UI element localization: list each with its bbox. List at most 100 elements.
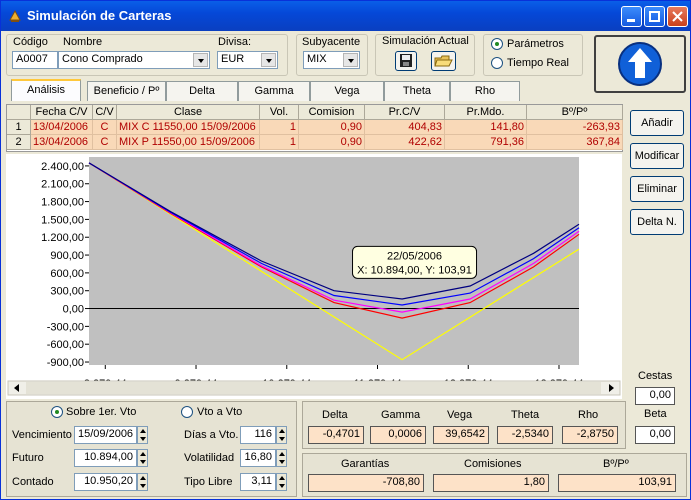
y-tick-label: -900,00 <box>47 357 84 369</box>
chevron-down-icon[interactable] <box>343 53 358 67</box>
nombre-value: Cono Comprado <box>62 53 143 65</box>
table-cell-clase[interactable]: MIX C 11550,00 15/09/2006 <box>117 120 260 135</box>
table-cell-prcv[interactable]: 422,62 <box>365 135 445 150</box>
table-cell-prcv[interactable]: 404,83 <box>365 120 445 135</box>
chevron-down-icon[interactable] <box>193 53 208 67</box>
col-header-cv[interactable]: C/V <box>93 105 117 120</box>
contado-spinner[interactable] <box>137 473 148 491</box>
save-button[interactable] <box>395 51 417 71</box>
y-tick-label: 2.100,00 <box>41 179 84 191</box>
modify-button[interactable]: Modificar <box>630 143 684 169</box>
subyacente-label: Subyacente <box>302 36 361 48</box>
volatilidad-label: Volatilidad <box>184 452 235 464</box>
vencimiento-label: Vencimiento <box>12 429 72 441</box>
table-cell-bp[interactable]: -263,93 <box>527 120 623 135</box>
delete-button[interactable]: Eliminar <box>630 176 684 202</box>
tab-gamma[interactable]: Gamma <box>238 81 310 101</box>
col-header-comision[interactable]: Comision <box>299 105 365 120</box>
tab-analisis[interactable]: Análisis <box>11 79 81 101</box>
bp-label: Bº/Pº <box>603 458 629 470</box>
tab-rho[interactable]: Rho <box>450 81 520 101</box>
codigo-input[interactable]: A0007 <box>12 51 58 69</box>
maximize-icon <box>649 11 660 22</box>
dias-input[interactable]: 116 <box>240 426 276 444</box>
folder-open-icon <box>434 55 453 67</box>
y-tick-label: -600,00 <box>47 339 84 351</box>
close-button[interactable] <box>667 6 688 27</box>
col-header-vol[interactable]: Vol. <box>260 105 299 120</box>
subyacente-select[interactable]: MIX <box>303 51 360 69</box>
contado-input[interactable]: 10.950,20 <box>74 473 137 491</box>
tab-theta[interactable]: Theta <box>384 81 450 101</box>
codigo-label: Código <box>13 36 48 48</box>
maximize-button[interactable] <box>644 6 665 27</box>
add-button[interactable]: Añadir <box>630 110 684 136</box>
dias-spinner[interactable] <box>276 426 287 444</box>
table-cell-comision[interactable]: 0,90 <box>299 135 365 150</box>
minimize-icon <box>627 19 635 22</box>
futuro-label: Futuro <box>12 452 44 464</box>
col-header-prmdo[interactable]: Pr.Mdo. <box>445 105 527 120</box>
vencimiento-input[interactable]: 15/09/2006 <box>74 426 137 444</box>
close-icon <box>672 11 683 22</box>
table-cell-comision[interactable]: 0,90 <box>299 120 365 135</box>
table-cell-prmdo[interactable]: 141,80 <box>445 120 527 135</box>
row-number[interactable]: 1 <box>7 120 31 135</box>
divisa-value: EUR <box>221 53 245 65</box>
sobre-vto-radio[interactable] <box>51 406 63 418</box>
greek-value-vega: 39,6542 <box>433 426 489 444</box>
tab-beneficio[interactable]: Beneficio / Pº <box>87 81 166 101</box>
table-cell-cv[interactable]: C <box>93 120 117 135</box>
table-cell-vol[interactable]: 1 <box>260 135 299 150</box>
table-cell-cv[interactable]: C <box>93 135 117 150</box>
tiempo-real-radio[interactable] <box>491 57 503 69</box>
open-button[interactable] <box>431 51 456 71</box>
row-number[interactable]: 2 <box>7 135 31 150</box>
tipo-libre-spinner[interactable] <box>276 473 287 491</box>
sobre-vto-label: Sobre 1er. Vto <box>66 406 137 418</box>
beta-label: Beta <box>644 408 667 420</box>
parametros-radio[interactable] <box>491 38 503 50</box>
delta-n-button[interactable]: Delta N. <box>630 209 684 235</box>
col-header-fecha[interactable]: Fecha C/V <box>31 105 93 120</box>
corner-cell <box>7 105 31 120</box>
nombre-select[interactable]: Cono Comprado <box>58 51 210 69</box>
vencimiento-spinner[interactable] <box>137 426 148 444</box>
nombre-label: Nombre <box>63 36 103 48</box>
trades-table: Fecha C/V C/V Clase Vol. Comision Pr.C/V… <box>6 104 623 152</box>
garantias-label: Garantías <box>341 458 390 470</box>
col-header-bp[interactable]: Bº/Pº <box>527 105 623 120</box>
tab-vega[interactable]: Vega <box>310 81 384 101</box>
y-tick-label: 2.400,00 <box>41 161 84 173</box>
greek-value-delta: -0,4701 <box>308 426 364 444</box>
vto-a-vto-label: Vto a Vto <box>197 406 243 418</box>
volatilidad-input[interactable]: 16,80 <box>240 449 276 467</box>
divisa-select[interactable]: EUR <box>217 51 278 69</box>
futuro-spinner[interactable] <box>137 449 148 467</box>
tab-delta[interactable]: Delta <box>166 81 238 101</box>
scroll-thumb[interactable] <box>26 382 601 394</box>
upload-button[interactable] <box>594 35 686 93</box>
table-cell-vol[interactable]: 1 <box>260 120 299 135</box>
chart-tooltip: 22/05/2006 X: 10.894,00, Y: 103,91 <box>352 245 478 279</box>
garantias-value: -708,80 <box>308 474 424 492</box>
vto-a-vto-radio[interactable] <box>181 406 193 418</box>
table-cell-fecha[interactable]: 13/04/2006 <box>31 135 93 150</box>
y-tick-label: 1.200,00 <box>41 232 84 244</box>
table-cell-prmdo[interactable]: 791,36 <box>445 135 527 150</box>
greek-value-theta: -2,5340 <box>497 426 553 444</box>
tipo-libre-input[interactable]: 3,11 <box>240 473 276 491</box>
minimize-button[interactable] <box>621 6 642 27</box>
col-header-clase[interactable]: Clase <box>117 105 260 120</box>
plot-area <box>89 157 579 365</box>
table-cell-clase[interactable]: MIX P 11550,00 15/09/2006 <box>117 135 260 150</box>
main-window: Simulación de Carteras Código Nombre Div… <box>0 0 691 500</box>
y-tick-label: 1.500,00 <box>41 214 84 226</box>
futuro-input[interactable]: 10.894,00 <box>74 449 137 467</box>
chevron-down-icon[interactable] <box>261 53 276 67</box>
table-cell-fecha[interactable]: 13/04/2006 <box>31 120 93 135</box>
greek-value-gamma: 0,0006 <box>370 426 426 444</box>
table-cell-bp[interactable]: 367,84 <box>527 135 623 150</box>
col-header-prcv[interactable]: Pr.C/V <box>365 105 445 120</box>
volatilidad-spinner[interactable] <box>276 449 287 467</box>
